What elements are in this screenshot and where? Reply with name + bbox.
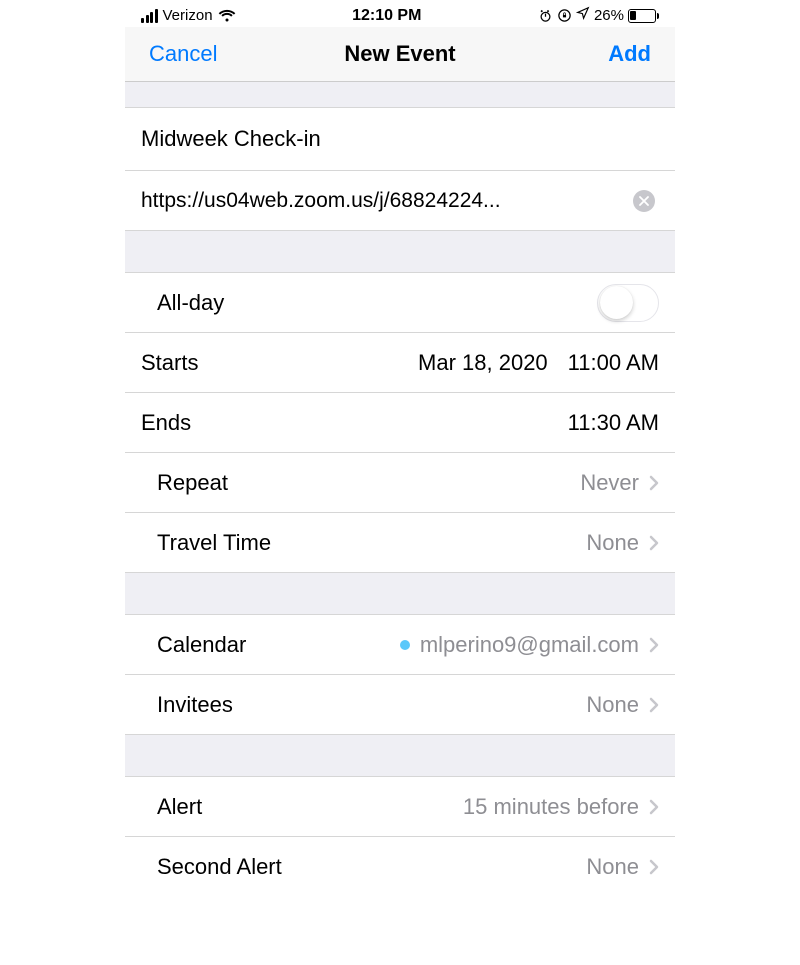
alarm-icon (538, 8, 553, 23)
chevron-right-icon (649, 475, 659, 491)
nav-bar: Cancel New Event Add (125, 27, 675, 82)
second-alert-row[interactable]: Second Alert None (125, 837, 675, 897)
travel-time-row[interactable]: Travel Time None (125, 513, 675, 573)
calendar-dot-icon (400, 640, 410, 650)
battery-pct: 26% (594, 7, 624, 24)
section-spacer (125, 82, 675, 108)
status-left: Verizon (141, 7, 236, 24)
carrier-label: Verizon (163, 7, 213, 24)
ends-time: 11:30 AM (568, 410, 659, 436)
wifi-icon (218, 9, 236, 23)
ends-label: Ends (141, 410, 568, 436)
status-time: 12:10 PM (352, 7, 421, 25)
repeat-value: Never (580, 470, 639, 496)
all-day-toggle[interactable] (597, 284, 659, 322)
all-day-row[interactable]: All-day (125, 273, 675, 333)
nav-title: New Event (344, 41, 455, 67)
chevron-right-icon (649, 799, 659, 815)
invitees-label: Invitees (141, 692, 586, 718)
chevron-right-icon (649, 859, 659, 875)
signal-icon (141, 9, 158, 23)
invitees-value: None (586, 692, 639, 718)
travel-time-label: Travel Time (141, 530, 586, 556)
starts-time: 11:00 AM (568, 350, 659, 376)
title-row[interactable] (125, 108, 675, 171)
clear-location-icon[interactable] (633, 190, 655, 212)
alert-row[interactable]: Alert 15 minutes before (125, 777, 675, 837)
starts-row[interactable]: Starts Mar 18, 2020 11:00 AM (125, 333, 675, 393)
starts-label: Starts (141, 350, 418, 376)
event-title-input[interactable] (141, 108, 659, 170)
calendar-value: mlperino9@gmail.com (420, 632, 639, 658)
location-icon (576, 6, 590, 25)
alert-value: 15 minutes before (463, 794, 639, 820)
chevron-right-icon (649, 535, 659, 551)
invitees-row[interactable]: Invitees None (125, 675, 675, 735)
alert-label: Alert (141, 794, 463, 820)
section-spacer (125, 735, 675, 777)
section-spacer (125, 231, 675, 273)
repeat-label: Repeat (141, 470, 580, 496)
event-location-input[interactable] (125, 189, 621, 213)
calendar-label: Calendar (141, 632, 400, 658)
orientation-lock-icon (557, 8, 572, 23)
battery-icon (628, 9, 659, 23)
section-spacer (125, 573, 675, 615)
second-alert-value: None (586, 854, 639, 880)
all-day-label: All-day (141, 290, 597, 316)
ends-row[interactable]: Ends 11:30 AM (125, 393, 675, 453)
calendar-row[interactable]: Calendar mlperino9@gmail.com (125, 615, 675, 675)
cancel-button[interactable]: Cancel (149, 41, 217, 66)
chevron-right-icon (649, 637, 659, 653)
repeat-row[interactable]: Repeat Never (125, 453, 675, 513)
status-right: 26% (538, 6, 659, 25)
travel-time-value: None (586, 530, 639, 556)
add-button[interactable]: Add (608, 41, 651, 66)
status-bar: Verizon 12:10 PM 26% (125, 0, 675, 27)
chevron-right-icon (649, 697, 659, 713)
location-row[interactable] (125, 171, 675, 231)
second-alert-label: Second Alert (141, 854, 586, 880)
starts-date: Mar 18, 2020 (418, 350, 548, 376)
